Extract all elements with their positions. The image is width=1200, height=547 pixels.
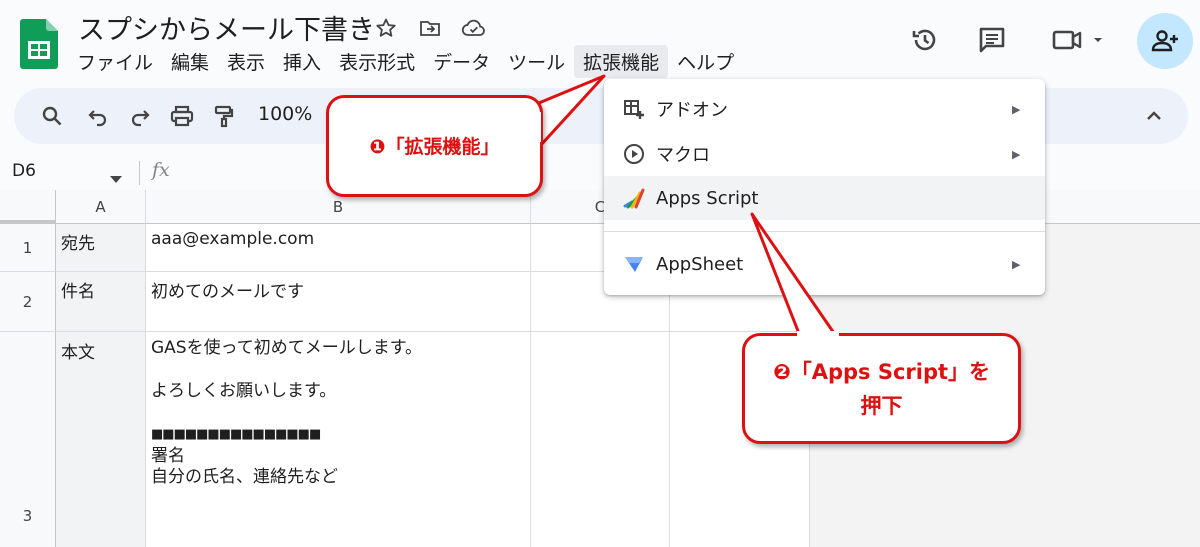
- callout-step1-tail-join: [519, 112, 541, 142]
- callout-tails: [521, 74, 838, 337]
- callout-step2-line1: ❷「Apps Script」を: [772, 360, 991, 384]
- callout-step2: [742, 333, 1021, 444]
- callout-step1-text: ❶「拡張機能」: [369, 136, 500, 158]
- callout-step2-tail-join: [797, 331, 839, 339]
- sheets-window: スプシからメール下書き ファイル 編集 表示 挿入 表示形式 データ ツール 拡…: [0, 0, 1200, 547]
- callout-step2-line2: 押下: [860, 394, 903, 418]
